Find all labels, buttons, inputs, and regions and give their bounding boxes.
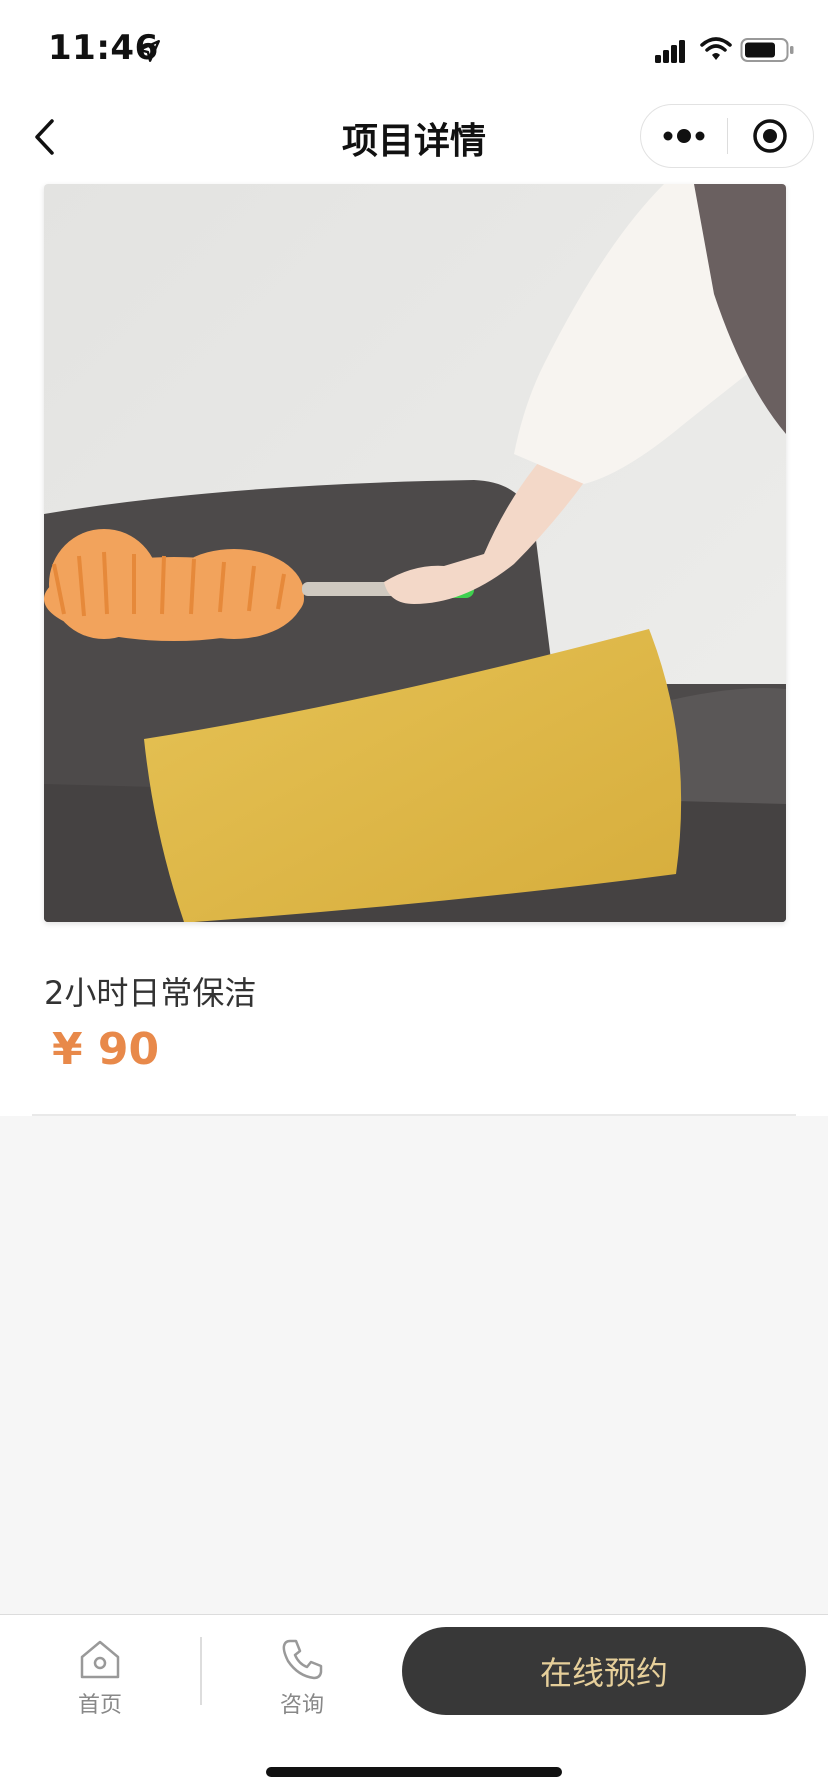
product-price: ¥ 90 — [52, 1024, 160, 1075]
home-indicator — [266, 1767, 562, 1777]
product-image — [44, 184, 786, 922]
nav-bar: 项目详情 — [0, 92, 828, 182]
bottom-bar: 首页 咨询 在线预约 — [0, 1614, 828, 1792]
mini-program-capsule — [640, 104, 814, 168]
page: 11:46 项目详情 2小时日常保洁 ¥ 90 首页 咨询 在线预约 — [0, 0, 828, 1792]
more-button[interactable] — [641, 104, 727, 168]
status-bar: 11:46 — [0, 0, 828, 92]
product-detail-card: 2小时日常保洁 ¥ 90 — [0, 182, 828, 1116]
cellular-signal-icon — [655, 40, 685, 63]
tab-consult-label: 咨询 — [279, 1693, 324, 1718]
tab-home[interactable]: 首页 — [40, 1637, 160, 1737]
tab-home-label: 首页 — [77, 1693, 122, 1718]
product-name: 2小时日常保洁 — [44, 974, 257, 1012]
phone-icon — [282, 1639, 323, 1680]
home-icon — [80, 1640, 120, 1679]
close-button[interactable] — [728, 104, 814, 168]
tab-divider — [200, 1637, 202, 1705]
tab-consult[interactable]: 咨询 — [242, 1637, 362, 1737]
target-close-icon — [753, 119, 787, 153]
content-divider — [32, 1114, 796, 1116]
location-arrow-icon — [138, 40, 160, 62]
battery-icon — [740, 38, 794, 62]
cleaning-photo — [44, 184, 786, 922]
wifi-icon — [700, 37, 732, 60]
book-online-button[interactable]: 在线预约 — [402, 1627, 806, 1715]
more-dots-icon — [663, 129, 705, 143]
